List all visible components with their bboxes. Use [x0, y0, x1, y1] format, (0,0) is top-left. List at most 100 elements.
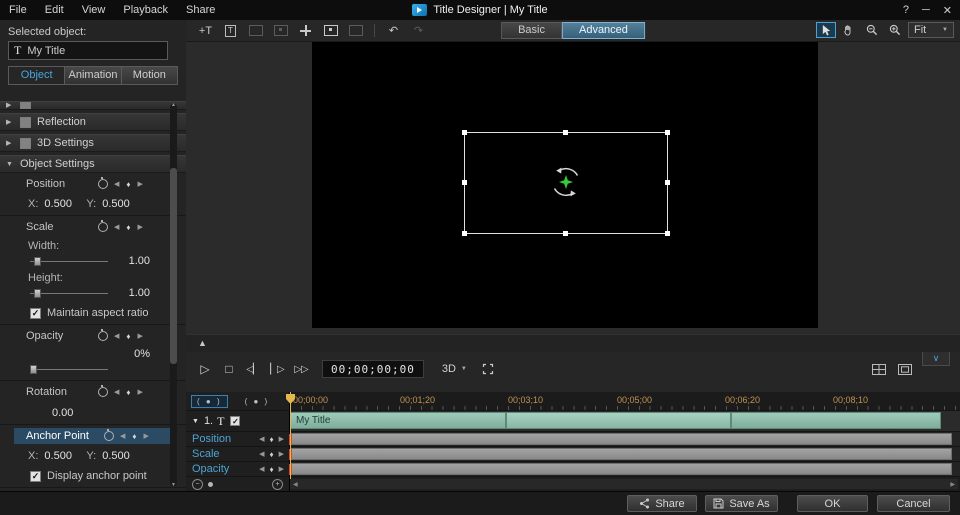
menu-view[interactable]: View	[73, 0, 115, 20]
insert-text-box-button[interactable]: T	[219, 22, 242, 39]
add-keyframe-icon[interactable]: ♦	[126, 223, 130, 232]
section-checkbox[interactable]	[20, 101, 31, 109]
scale-width-value[interactable]: 1.00	[129, 255, 150, 267]
track-expander-icon[interactable]: ▼	[192, 418, 199, 425]
play-button[interactable]: ▷	[196, 359, 214, 379]
playhead-line[interactable]	[290, 392, 291, 479]
tab-motion[interactable]: Motion	[122, 66, 178, 85]
prev-keyframe-icon[interactable]: ◀	[259, 450, 264, 458]
next-keyframe-icon[interactable]: ▶	[279, 435, 284, 443]
scroll-down-icon[interactable]: ▼	[170, 482, 177, 488]
zoom-in-button[interactable]	[885, 22, 905, 38]
insert-image-button[interactable]	[319, 22, 342, 39]
selection-handle[interactable]	[462, 231, 467, 236]
slider-thumb[interactable]	[30, 365, 37, 374]
share-button[interactable]: Share	[627, 495, 697, 512]
scroll-right-icon[interactable]: ▶	[950, 481, 955, 488]
add-keyframe-icon[interactable]: ♦	[126, 332, 130, 341]
timeline-ruler[interactable]: 00;00;00 00;01;20 00;03;10 00;05;00 00;0…	[290, 392, 960, 411]
section-header-clipped[interactable]: ▶	[0, 101, 186, 110]
scale-width-slider[interactable]	[30, 255, 108, 267]
menu-file[interactable]: File	[0, 0, 36, 20]
position-y-value[interactable]: 0.500	[102, 198, 138, 210]
add-keyframe-icon[interactable]: ♦	[270, 435, 274, 444]
collapse-icon[interactable]: ▼	[6, 161, 14, 168]
next-frame-button[interactable]: ▏▷	[268, 359, 286, 379]
rotation-anchor-widget[interactable]	[547, 163, 585, 201]
slider-thumb[interactable]	[34, 257, 41, 266]
ok-button[interactable]: OK	[797, 495, 868, 512]
tv-safe-zone-toggle-button[interactable]	[898, 364, 912, 378]
undo-button[interactable]: ↶	[382, 22, 405, 39]
next-keyframe-icon[interactable]: ▶	[279, 465, 284, 473]
selected-object-input[interactable]: T My Title	[8, 41, 168, 60]
next-keyframe-icon[interactable]: ▶	[279, 450, 284, 458]
zoom-fit-dropdown[interactable]: Fit ▼	[908, 22, 954, 38]
section-object-settings[interactable]: ▼ Object Settings	[0, 155, 186, 173]
selection-handle[interactable]	[462, 180, 467, 185]
menu-playback[interactable]: Playback	[114, 0, 177, 20]
selection-handle[interactable]	[563, 231, 568, 236]
tab-object[interactable]: Object	[8, 66, 65, 85]
tab-animation[interactable]: Animation	[65, 66, 121, 85]
insert-title-button[interactable]: +T	[194, 22, 217, 39]
add-keyframe-icon[interactable]: ♦	[270, 465, 274, 474]
timecode-display[interactable]: 00;00;00;00	[322, 360, 424, 378]
preview-scrub-bar[interactable]: ▲	[186, 334, 960, 353]
timeline-scale-label[interactable]: Scale	[186, 448, 259, 460]
fullscreen-button[interactable]	[479, 359, 497, 379]
zoom-out-button[interactable]	[862, 22, 882, 38]
slider-thumb[interactable]	[34, 289, 41, 298]
prev-keyframe-icon[interactable]: ◀	[120, 432, 125, 440]
title-track-lane[interactable]: My Title	[290, 411, 960, 432]
preview-canvas[interactable]	[312, 42, 818, 328]
timeline-zoom-in-button[interactable]: +	[272, 479, 283, 490]
rotation-value[interactable]: 0.00	[0, 407, 186, 419]
anchor-keyframe-stopwatch-icon[interactable]	[104, 431, 114, 441]
anchor-x-value[interactable]: 0.500	[44, 450, 80, 462]
next-keyframe-icon[interactable]: ▶	[137, 223, 142, 231]
opacity-keyframe-lane[interactable]	[290, 462, 960, 477]
add-keyframe-icon[interactable]: ♦	[132, 432, 136, 441]
rotation-keyframe-stopwatch-icon[interactable]	[98, 387, 108, 397]
title-clip-segment-1[interactable]: My Title	[290, 412, 506, 429]
minimize-button[interactable]: ─	[922, 4, 930, 16]
maintain-aspect-ratio-checkbox[interactable]	[30, 308, 41, 319]
basic-mode-button[interactable]: Basic	[501, 22, 562, 39]
hand-tool-button[interactable]	[839, 22, 859, 38]
opacity-slider[interactable]	[30, 363, 108, 375]
position-keyframe-stopwatch-icon[interactable]	[98, 179, 108, 189]
scale-height-value[interactable]: 1.00	[129, 287, 150, 299]
keyframe-lane-bar[interactable]	[290, 433, 952, 445]
grid-toggle-button[interactable]	[872, 364, 886, 378]
scrub-marker-icon[interactable]: ▲	[198, 338, 207, 348]
anchor-point-header[interactable]: Anchor Point ◀ ♦ ▶	[14, 428, 172, 444]
selection-handle[interactable]	[563, 130, 568, 135]
menu-share[interactable]: Share	[177, 0, 224, 20]
3d-settings-checkbox[interactable]	[20, 138, 31, 149]
previous-frame-button[interactable]: ◁▏	[244, 359, 262, 379]
prev-keyframe-icon[interactable]: ◀	[114, 332, 119, 340]
prev-keyframe-icon[interactable]: ◀	[259, 465, 264, 473]
add-keyframe-icon[interactable]: ♦	[270, 450, 274, 459]
menu-edit[interactable]: Edit	[36, 0, 73, 20]
scroll-up-icon[interactable]: ▲	[170, 102, 177, 108]
timeline-zoom-slider[interactable]	[208, 482, 213, 487]
title-clip-segment-2[interactable]	[506, 412, 731, 429]
scale-keyframe-stopwatch-icon[interactable]	[98, 222, 108, 232]
selection-handle[interactable]	[665, 231, 670, 236]
title-clip-segment-3[interactable]	[731, 412, 941, 429]
collapse-panel-button[interactable]: ∨	[922, 352, 950, 366]
opacity-value[interactable]: 0%	[134, 348, 150, 360]
help-button[interactable]: ?	[903, 4, 909, 16]
select-tool-button[interactable]	[816, 22, 836, 38]
next-keyframe-icon[interactable]: ▶	[137, 180, 142, 188]
opacity-keyframe-stopwatch-icon[interactable]	[98, 331, 108, 341]
insert-particle-button[interactable]	[294, 22, 317, 39]
track-enable-checkbox[interactable]	[230, 416, 240, 426]
selection-handle[interactable]	[665, 130, 670, 135]
add-keyframe-icon[interactable]: ♦	[126, 180, 130, 189]
keyframe-lane-bar[interactable]	[290, 463, 952, 475]
fast-forward-button[interactable]: ▷▷	[292, 359, 310, 379]
close-button[interactable]: ✕	[943, 4, 952, 17]
